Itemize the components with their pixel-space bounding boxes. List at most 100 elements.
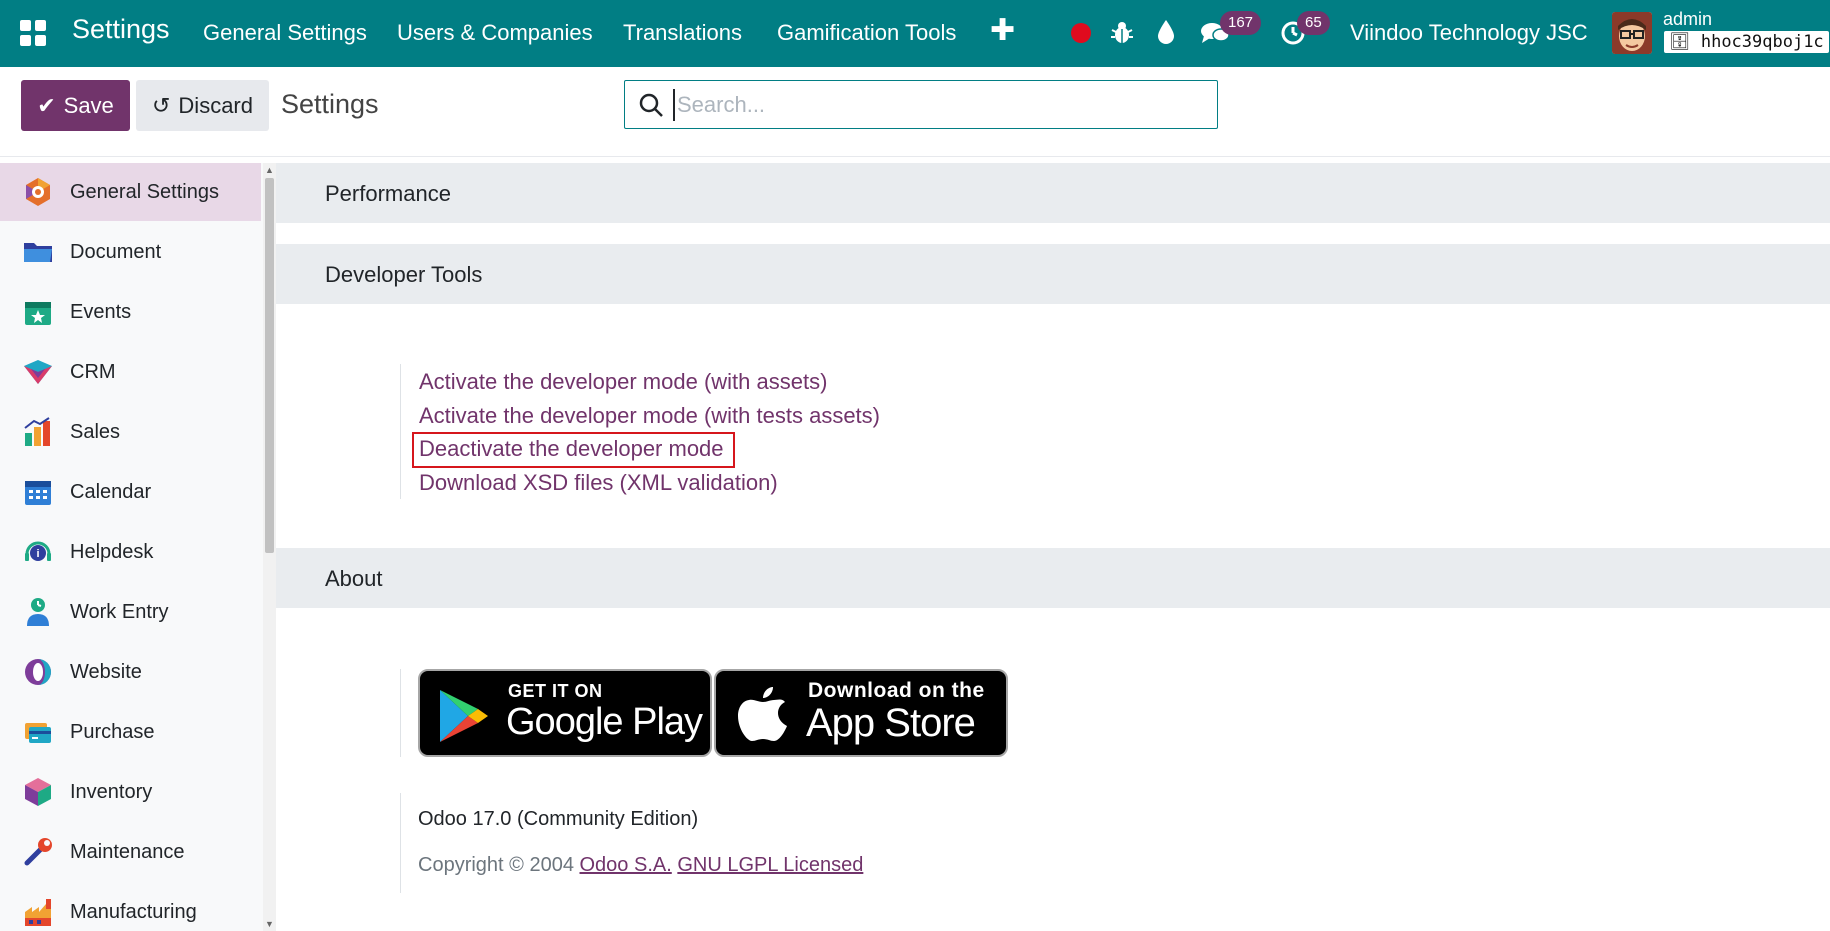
general-settings-icon <box>26 178 50 206</box>
sidebar-item-label: Maintenance <box>70 840 185 863</box>
developer-links: Activate the developer mode (with assets… <box>400 364 880 499</box>
search-box[interactable] <box>624 80 1218 129</box>
sidebar-item-inventory[interactable]: Inventory <box>0 763 261 821</box>
database-icon: 🗄 <box>1669 32 1691 52</box>
control-panel: ✔ Save ↺ Discard Settings <box>0 67 1830 157</box>
discard-label: Discard <box>178 92 253 118</box>
menu-users-companies[interactable]: Users & Companies <box>397 20 593 46</box>
sidebar-item-label: Inventory <box>70 780 153 803</box>
crm-icon <box>24 360 52 384</box>
sidebar-item-work-entry[interactable]: Work Entry <box>0 583 261 641</box>
events-icon <box>25 302 51 325</box>
sidebar-item-purchase[interactable]: Purchase <box>0 703 261 761</box>
sidebar-item-label: Purchase <box>70 720 155 743</box>
menu-translations[interactable]: Translations <box>623 20 742 46</box>
store-divider <box>400 669 401 757</box>
purchase-icon <box>25 723 51 743</box>
inventory-icon <box>25 778 51 806</box>
scrollbar-thumb[interactable] <box>265 178 274 553</box>
about-divider <box>400 793 401 893</box>
section-about: About <box>276 548 1830 608</box>
scroll-up-icon[interactable]: ▲ <box>265 165 274 175</box>
record-dot-icon[interactable] <box>1071 23 1091 43</box>
avatar[interactable] <box>1612 12 1652 54</box>
license-link[interactable]: GNU LGPL Licensed <box>677 854 863 876</box>
sidebar-item-calendar[interactable]: Calendar <box>0 463 261 521</box>
google-play-badge[interactable]: GET IT ON Google Play <box>418 669 712 757</box>
section-title: Performance <box>325 181 451 206</box>
app-brand[interactable]: Settings <box>72 14 170 45</box>
google-play-icon <box>440 690 488 742</box>
droplet-icon[interactable] <box>1157 19 1175 45</box>
version-text: Odoo 17.0 (Community Edition) <box>418 808 699 830</box>
app-store-small-text: Download on the <box>808 679 985 702</box>
section-title: About <box>325 566 383 591</box>
database-chip: 🗄 hhoc39qboj1c <box>1664 31 1829 53</box>
sales-icon <box>24 417 50 446</box>
database-name: hhoc39qboj1c <box>1700 32 1824 52</box>
download-xsd-link[interactable]: Download XSD files (XML validation) <box>419 470 778 496</box>
copyright-prefix: Copyright © 2004 <box>418 854 574 876</box>
manufacturing-icon <box>25 899 51 926</box>
messages-badge: 167 <box>1220 11 1262 35</box>
save-button[interactable]: ✔ Save <box>21 80 130 131</box>
sidebar-item-label: Document <box>70 240 162 263</box>
company-switcher[interactable]: Viindoo Technology JSC <box>1350 20 1588 46</box>
sidebar-item-label: CRM <box>70 360 116 383</box>
copyright-text: Copyright © 2004 Odoo S.A. GNU LGPL Lice… <box>418 854 863 877</box>
apple-icon <box>738 687 787 741</box>
website-icon <box>25 659 51 685</box>
plus-icon[interactable]: ✚ <box>990 13 1015 48</box>
sidebar-item-label: General Settings <box>70 180 219 203</box>
odoo-sa-link[interactable]: Odoo S.A. <box>580 854 672 876</box>
menu-general-settings[interactable]: General Settings <box>203 20 367 46</box>
activate-dev-mode-assets-link[interactable]: Activate the developer mode (with assets… <box>419 369 827 395</box>
bug-icon[interactable] <box>1110 20 1134 46</box>
app-store-badge[interactable]: Download on the App Store <box>714 669 1008 757</box>
apps-icon[interactable] <box>20 20 46 46</box>
highlight-box <box>412 432 735 468</box>
section-performance: Performance <box>276 163 1830 223</box>
settings-sidebar: General Settings Document Events CRM Sal… <box>0 163 263 931</box>
save-label: Save <box>63 92 114 118</box>
google-play-small-text: GET IT ON <box>508 681 603 701</box>
undo-icon: ↺ <box>151 92 171 118</box>
sidebar-scrollbar[interactable]: ▲ ▼ <box>263 163 276 931</box>
sidebar-item-helpdesk[interactable]: i Helpdesk <box>0 523 261 581</box>
sidebar-item-label: Website <box>70 660 142 683</box>
sidebar-item-label: Manufacturing <box>70 900 197 923</box>
scroll-down-icon[interactable]: ▼ <box>265 919 274 929</box>
discard-button[interactable]: ↺ Discard <box>136 80 269 131</box>
page-title: Settings <box>281 89 379 119</box>
user-name[interactable]: admin <box>1663 9 1712 30</box>
settings-content: Performance Developer Tools Activate the… <box>276 157 1830 931</box>
svg-text:i: i <box>36 548 39 560</box>
app-store-big-text: App Store <box>806 701 976 745</box>
sidebar-item-document[interactable]: Document <box>0 223 261 281</box>
activate-dev-mode-tests-link[interactable]: Activate the developer mode (with tests … <box>419 403 880 429</box>
helpdesk-icon: i <box>25 541 51 561</box>
calendar-icon <box>25 481 51 505</box>
sidebar-item-website[interactable]: Website <box>0 643 261 701</box>
maintenance-icon <box>24 838 52 866</box>
check-icon: ✔ <box>37 92 56 118</box>
search-input[interactable] <box>673 89 1203 121</box>
search-icon <box>639 93 663 117</box>
menu-gamification-tools[interactable]: Gamification Tools <box>777 20 956 46</box>
sidebar-item-manufacturing[interactable]: Manufacturing <box>0 883 261 931</box>
sidebar-item-general-settings[interactable]: General Settings <box>0 163 261 221</box>
google-play-big-text: Google Play <box>506 701 703 743</box>
sidebar-item-label: Events <box>70 300 132 323</box>
sidebar-item-crm[interactable]: CRM <box>0 343 261 401</box>
activities-badge: 65 <box>1297 11 1330 35</box>
section-developer-tools: Developer Tools <box>276 244 1830 304</box>
sidebar-item-label: Work Entry <box>70 600 169 623</box>
sidebar-item-label: Calendar <box>70 480 152 503</box>
sidebar-item-events[interactable]: Events <box>0 283 261 341</box>
sidebar-item-maintenance[interactable]: Maintenance <box>0 823 261 881</box>
top-navbar: Settings General Settings Users & Compan… <box>0 0 1830 67</box>
work-entry-icon <box>27 598 49 626</box>
section-title: Developer Tools <box>325 262 483 287</box>
sidebar-item-label: Helpdesk <box>70 540 154 563</box>
sidebar-item-sales[interactable]: Sales <box>0 403 261 461</box>
